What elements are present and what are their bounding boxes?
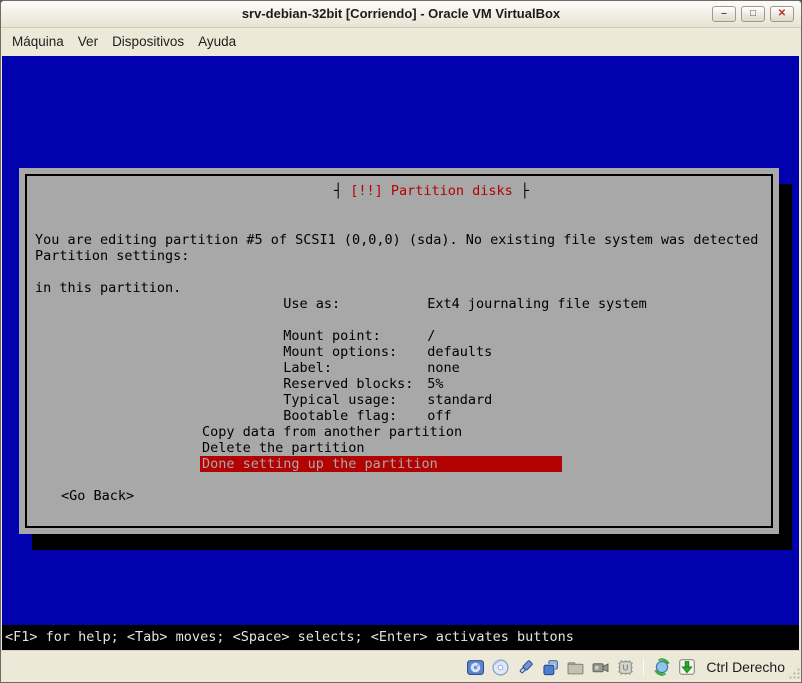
hard-disk-icon[interactable] <box>466 658 484 676</box>
title-right-tick: ├ <box>521 183 529 199</box>
partition-settings-heading: Partition settings: <box>35 248 189 264</box>
action-done-setting-up[interactable]: Done setting up the partition <box>200 456 562 472</box>
menu-view[interactable]: Ver <box>71 30 105 53</box>
go-back-button[interactable]: <Go Back> <box>61 488 134 504</box>
resize-grip[interactable] <box>788 667 801 680</box>
close-button[interactable]: ✕ <box>770 6 794 22</box>
minimize-button[interactable]: – <box>712 6 736 22</box>
optical-disc-icon[interactable] <box>491 658 509 676</box>
statusbar: U Ctrl Derecho <box>1 650 802 682</box>
menubar: Máquina Ver Dispositivos Ayuda <box>1 28 801 55</box>
help-bar: <F1> for help; <Tab> moves; <Space> sele… <box>2 625 799 650</box>
network-icon[interactable] <box>541 658 559 676</box>
status-icons: U Ctrl Derecho <box>466 651 785 683</box>
usb-icon[interactable] <box>516 658 534 676</box>
keyboard-capture-icon[interactable] <box>678 658 696 676</box>
setting-use-as[interactable]: Use as:Ext4 journaling file system <box>202 280 647 296</box>
action-delete-partition[interactable]: Delete the partition <box>200 440 562 456</box>
mouse-integration-icon[interactable] <box>653 658 671 676</box>
action-copy-data[interactable]: Copy data from another partition <box>200 424 562 440</box>
title-left-tick: ┤ <box>334 183 342 199</box>
partition-disks-dialog: ┤[!!] Partition disks├ You are editing p… <box>19 168 779 534</box>
maximize-button[interactable]: □ <box>741 6 765 22</box>
menu-devices[interactable]: Dispositivos <box>105 30 191 53</box>
close-icon: ✕ <box>778 9 786 19</box>
minimize-icon: – <box>721 9 727 19</box>
dialog-title: ┤[!!] Partition disks├ <box>19 167 779 215</box>
statusbar-separator <box>643 658 644 676</box>
intro-line-1: You are editing partition #5 of SCSI1 (0… <box>35 232 758 248</box>
shared-folders-icon[interactable] <box>566 658 584 676</box>
setting-mount-point[interactable]: Mount point:/ <box>202 312 647 328</box>
maximize-icon: □ <box>750 9 756 19</box>
partition-actions-list: Copy data from another partition Delete … <box>200 424 562 472</box>
window-controls: – □ ✕ <box>712 6 794 22</box>
virtualization-features-icon[interactable]: U <box>616 658 634 676</box>
virtualbox-window: srv-debian-32bit [Corriendo] - Oracle VM… <box>0 0 802 683</box>
partition-settings-list: Use as:Ext4 journaling file system Mount… <box>202 280 647 408</box>
svg-text:U: U <box>622 662 628 672</box>
menu-machine[interactable]: Máquina <box>5 30 71 53</box>
dialog-title-text: [!!] Partition disks <box>342 183 521 199</box>
menu-help[interactable]: Ayuda <box>191 30 243 53</box>
window-title: srv-debian-32bit [Corriendo] - Oracle VM… <box>1 6 801 21</box>
vm-screen[interactable]: ┤[!!] Partition disks├ You are editing p… <box>2 56 799 652</box>
video-capture-icon[interactable] <box>591 658 609 676</box>
host-key-label: Ctrl Derecho <box>706 659 785 675</box>
titlebar[interactable]: srv-debian-32bit [Corriendo] - Oracle VM… <box>1 1 801 28</box>
